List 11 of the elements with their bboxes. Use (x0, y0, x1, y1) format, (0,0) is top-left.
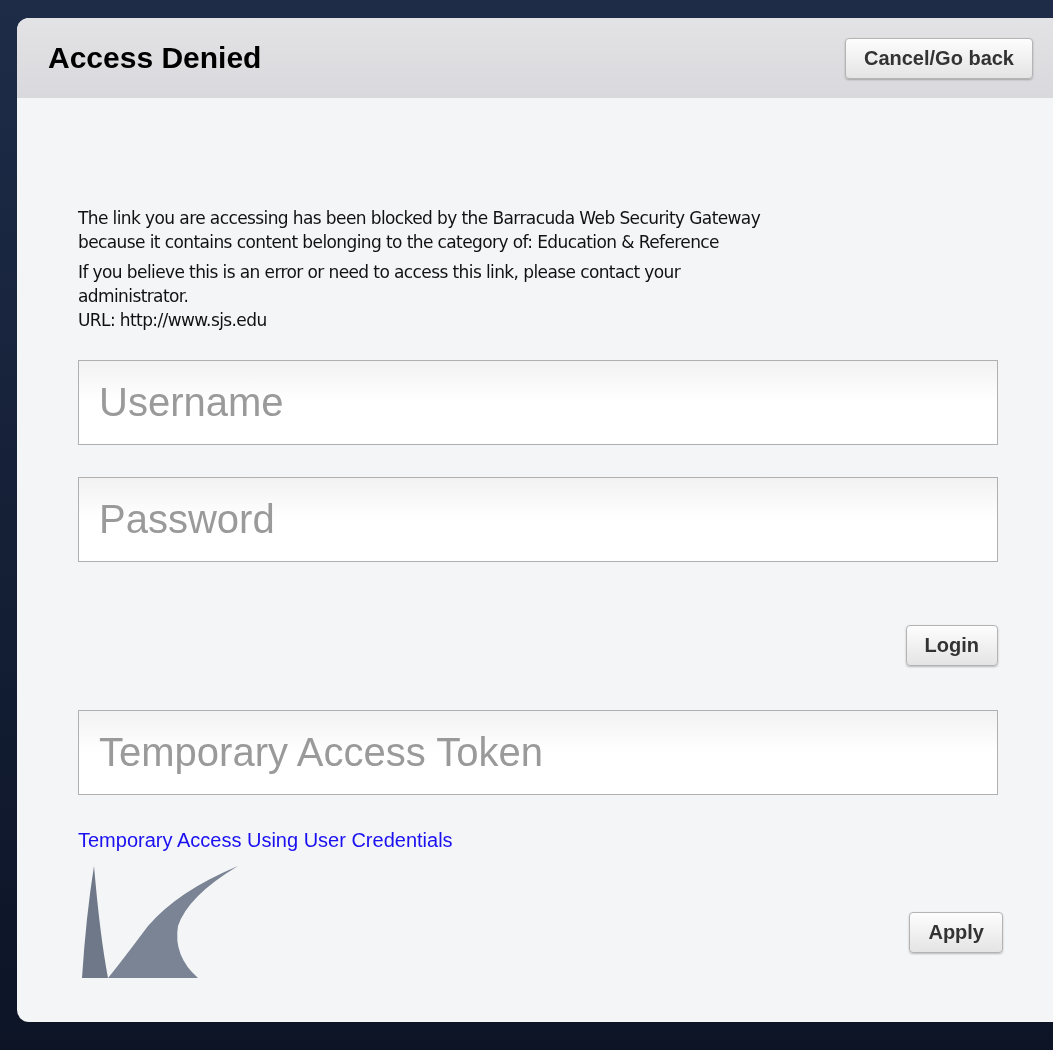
url-text: URL: http://www.sjs.edu (78, 309, 268, 332)
token-field[interactable]: Temporary Access Token (78, 710, 998, 795)
password-field[interactable]: Password (78, 477, 998, 562)
login-button[interactable]: Login (905, 625, 998, 666)
dialog-title: Access Denied (48, 41, 262, 75)
apply-button[interactable]: Apply (909, 912, 1003, 953)
credentials-link[interactable]: Temporary Access Using User Credentials (78, 829, 453, 851)
cancel-button[interactable]: Cancel/Go back (844, 37, 1033, 79)
contact-message: If you believe this is an error or need to access this link, please contact your administrator. (78, 261, 682, 308)
blocked-message: The link you are accessing has been blocked by the Barracuda Web Security Gateway because it contains content belonging to the category of: Education & Reference (78, 207, 762, 254)
username-field[interactable]: Username (78, 360, 998, 445)
